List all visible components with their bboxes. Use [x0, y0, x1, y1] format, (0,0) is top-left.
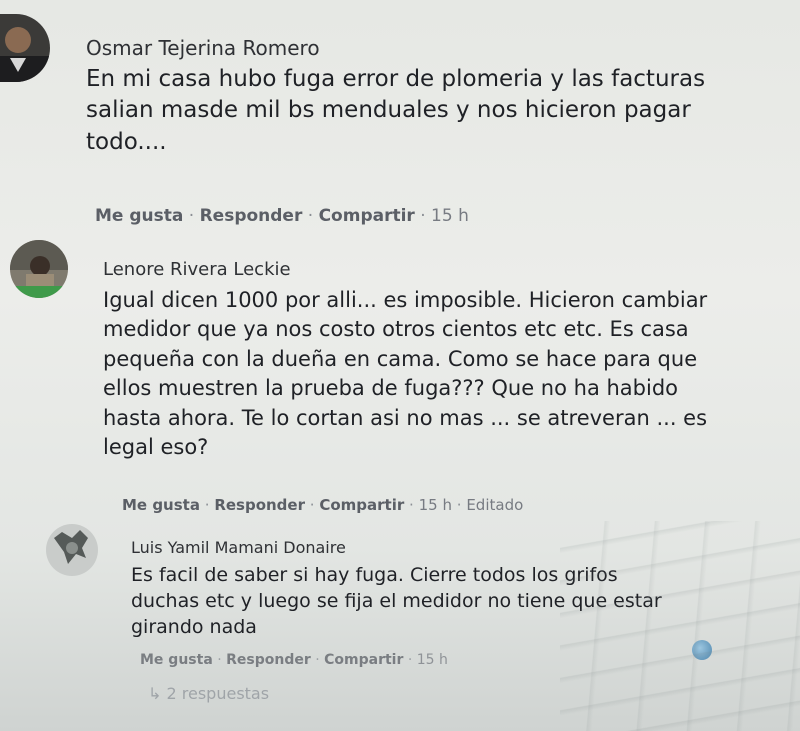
comment-author[interactable]: Osmar Tejerina Romero — [86, 36, 320, 60]
comment-text: En mi casa hubo fuga error de plomeria y… — [86, 64, 776, 158]
edited-label[interactable]: Editado — [466, 496, 523, 514]
avatar-photo — [0, 14, 50, 82]
comment-text-line: salian masde mil bs menduales y nos hici… — [86, 97, 691, 124]
comment-text-line: todo.... — [86, 128, 167, 155]
comment-text-line: pequeña con la dueña en cama. Como se ha… — [103, 346, 698, 371]
separator: · — [315, 652, 320, 668]
separator: · — [407, 652, 413, 668]
separator: · — [456, 496, 462, 514]
comment-text-line: En mi casa hubo fuga error de plomeria y… — [86, 66, 706, 92]
avatar-photo — [10, 240, 68, 298]
separator: · — [409, 496, 414, 514]
comment-text-line: legal eso? — [103, 434, 209, 459]
separator: · — [204, 496, 210, 514]
like-button[interactable]: Me gusta — [140, 652, 213, 668]
share-button[interactable]: Compartir — [319, 206, 415, 226]
reply-button[interactable]: Responder — [214, 496, 305, 514]
separator: · — [307, 206, 314, 226]
comment-text-line: ellos muestren la prueba de fuga??? Que … — [103, 376, 679, 401]
avatar-photo — [46, 524, 98, 576]
timestamp[interactable]: 15 h — [431, 206, 469, 226]
like-button[interactable]: Me gusta — [95, 206, 183, 226]
reply-button[interactable]: Responder — [200, 206, 303, 226]
share-button[interactable]: Compartir — [319, 496, 404, 514]
like-button[interactable]: Me gusta — [122, 496, 200, 514]
separator: · — [217, 652, 222, 668]
avatar[interactable] — [0, 14, 50, 82]
comment-actions: Me gusta · Responder · Compartir · 15 h — [140, 652, 448, 668]
comment-text-line: Igual dicen 1000 por alli... es imposibl… — [103, 288, 708, 312]
comment-author[interactable]: Luis Yamil Mamani Donaire — [131, 538, 346, 557]
comment-actions: Me gusta · Responder · Compartir · 15 h — [95, 206, 469, 226]
avatar[interactable] — [46, 524, 98, 576]
separator: · — [420, 206, 426, 226]
comment-author[interactable]: Lenore Rivera Leckie — [103, 259, 291, 280]
comment-actions: Me gusta · Responder · Compartir · 15 h … — [122, 496, 523, 514]
separator: · — [188, 206, 195, 226]
reply-arrow-icon: ↳ — [148, 684, 162, 703]
separator: · — [309, 496, 315, 514]
timestamp[interactable]: 15 h — [419, 496, 452, 514]
screen: Osmar Tejerina Romero En mi casa hubo fu… — [0, 0, 800, 731]
timestamp[interactable]: 15 h — [417, 652, 448, 668]
avatar[interactable] — [10, 240, 68, 298]
share-button[interactable]: Compartir — [324, 652, 403, 668]
comment-text: Igual dicen 1000 por alli... es imposibl… — [103, 286, 793, 462]
comment-text-line: hasta ahora. Te lo cortan asi no mas ...… — [103, 405, 708, 430]
screen-glare — [560, 521, 800, 731]
reply-button[interactable]: Responder — [226, 652, 311, 668]
view-replies-link[interactable]: ↳ 2 respuestas — [148, 684, 269, 703]
comment-text-line: medidor que ya nos costo otros cientos e… — [103, 317, 689, 342]
replies-count: 2 respuestas — [166, 684, 270, 703]
